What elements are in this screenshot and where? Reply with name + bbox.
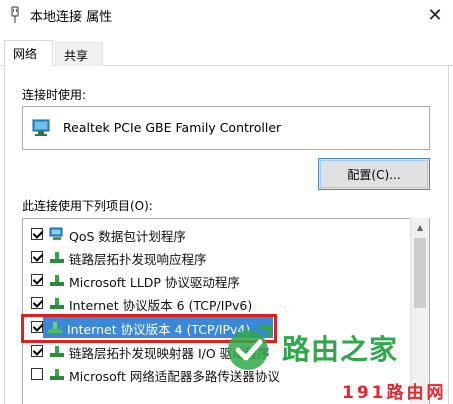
list-item[interactable]: Internet 协议版本 6 (TCP/IPv6) (23, 292, 413, 314)
network-adapter-icon (32, 119, 50, 136)
close-icon: ✕ (427, 4, 443, 26)
list-scrollbar[interactable]: ▲ (410, 218, 429, 404)
configure-button[interactable]: 配置(C)... (318, 158, 430, 190)
adapter-name: Realtek PCIe GBE Family Controller (63, 120, 282, 135)
item-label: Microsoft LLDP 协议驱动程序 (69, 275, 240, 290)
item-label: QoS 数据包计划程序 (69, 229, 186, 244)
items-list[interactable]: QoS 数据包计划程序 链路层拓扑发现响应程序 Microsoft LLDP 协… (22, 218, 430, 404)
network-protocol-icon (50, 369, 64, 380)
connect-using-label: 连接时使用: (22, 88, 87, 102)
tab-strip: 网络 共享 (0, 32, 453, 66)
checkbox[interactable] (31, 251, 43, 263)
list-item[interactable]: Microsoft LLDP 协议驱动程序 (23, 269, 413, 291)
close-button[interactable]: ✕ (417, 0, 453, 30)
checkbox[interactable] (31, 368, 43, 380)
site-watermark: 191路由网 (342, 383, 447, 403)
network-connection-icon (11, 6, 19, 23)
watermark-text: 路由之家 (282, 333, 399, 366)
item-label: 链路层拓扑发现响应程序 (69, 252, 207, 267)
checkbox[interactable] (31, 228, 43, 240)
watermark: 路由之家 (220, 322, 410, 374)
window-title: 本地连接 属性 (30, 10, 113, 25)
network-protocol-icon (50, 298, 64, 309)
tab-network[interactable]: 网络 (4, 40, 53, 66)
network-protocol-icon (50, 346, 64, 357)
title-bar: 本地连接 属性 ✕ (0, 0, 453, 30)
checkbox[interactable] (31, 297, 43, 309)
tab-sharing[interactable]: 共享 (55, 42, 103, 66)
qos-icon (49, 227, 63, 240)
adapter-field: Realtek PCIe GBE Family Controller (22, 106, 430, 150)
checkbox[interactable] (31, 274, 43, 286)
checkbox[interactable] (31, 345, 43, 357)
items-label: 此连接使用下列项目(O): (22, 199, 153, 213)
list-item[interactable]: 链路层拓扑发现响应程序 (23, 246, 413, 268)
list-item[interactable]: QoS 数据包计划程序 (23, 223, 413, 245)
network-protocol-icon (50, 275, 64, 286)
scroll-up-icon[interactable]: ▲ (411, 218, 429, 236)
network-protocol-icon (50, 252, 64, 263)
watermark-logo-icon (228, 326, 272, 370)
scroll-thumb[interactable] (414, 238, 426, 308)
item-label: Internet 协议版本 6 (TCP/IPv6) (69, 298, 253, 313)
